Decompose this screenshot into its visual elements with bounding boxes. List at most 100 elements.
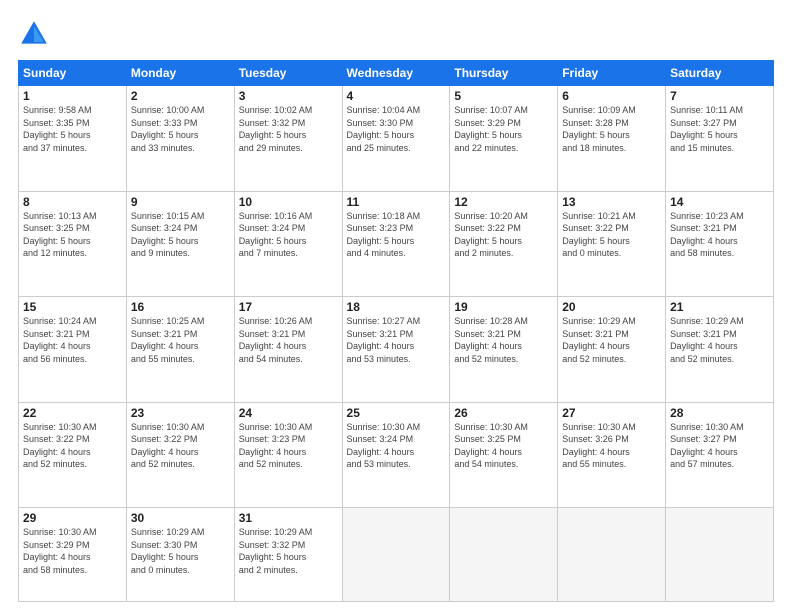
logo [18,18,54,50]
weekday-header: Tuesday [234,61,342,86]
day-info: Sunrise: 10:11 AMSunset: 3:27 PMDaylight… [670,104,769,154]
day-number: 30 [131,511,230,525]
day-number: 13 [562,195,661,209]
calendar-cell: 8Sunrise: 10:13 AMSunset: 3:25 PMDayligh… [19,191,127,297]
day-info: Sunrise: 10:30 AMSunset: 3:22 PMDaylight… [23,421,122,471]
day-number: 19 [454,300,553,314]
calendar-cell: 17Sunrise: 10:26 AMSunset: 3:21 PMDaylig… [234,297,342,403]
day-number: 4 [347,89,446,103]
day-info: Sunrise: 10:13 AMSunset: 3:25 PMDaylight… [23,210,122,260]
calendar-cell: 7Sunrise: 10:11 AMSunset: 3:27 PMDayligh… [666,86,774,192]
calendar-cell: 10Sunrise: 10:16 AMSunset: 3:24 PMDaylig… [234,191,342,297]
calendar-cell: 5Sunrise: 10:07 AMSunset: 3:29 PMDayligh… [450,86,558,192]
calendar-cell: 18Sunrise: 10:27 AMSunset: 3:21 PMDaylig… [342,297,450,403]
calendar-table: SundayMondayTuesdayWednesdayThursdayFrid… [18,60,774,602]
weekday-header: Sunday [19,61,127,86]
day-info: Sunrise: 10:30 AMSunset: 3:25 PMDaylight… [454,421,553,471]
day-number: 25 [347,406,446,420]
day-info: Sunrise: 10:18 AMSunset: 3:23 PMDaylight… [347,210,446,260]
day-info: Sunrise: 10:29 AMSunset: 3:32 PMDaylight… [239,526,338,576]
calendar-cell: 1Sunrise: 9:58 AMSunset: 3:35 PMDaylight… [19,86,127,192]
day-info: Sunrise: 10:29 AMSunset: 3:21 PMDaylight… [562,315,661,365]
calendar-cell: 4Sunrise: 10:04 AMSunset: 3:30 PMDayligh… [342,86,450,192]
day-info: Sunrise: 10:30 AMSunset: 3:23 PMDaylight… [239,421,338,471]
day-info: Sunrise: 10:30 AMSunset: 3:26 PMDaylight… [562,421,661,471]
weekday-header: Thursday [450,61,558,86]
day-info: Sunrise: 10:30 AMSunset: 3:24 PMDaylight… [347,421,446,471]
calendar-cell: 21Sunrise: 10:29 AMSunset: 3:21 PMDaylig… [666,297,774,403]
day-number: 14 [670,195,769,209]
day-number: 24 [239,406,338,420]
day-number: 9 [131,195,230,209]
day-info: Sunrise: 10:02 AMSunset: 3:32 PMDaylight… [239,104,338,154]
calendar-cell: 22Sunrise: 10:30 AMSunset: 3:22 PMDaylig… [19,402,127,508]
day-number: 29 [23,511,122,525]
week-row: 22Sunrise: 10:30 AMSunset: 3:22 PMDaylig… [19,402,774,508]
day-info: Sunrise: 10:30 AMSunset: 3:27 PMDaylight… [670,421,769,471]
day-number: 12 [454,195,553,209]
day-info: Sunrise: 10:28 AMSunset: 3:21 PMDaylight… [454,315,553,365]
weekday-header: Friday [558,61,666,86]
day-number: 1 [23,89,122,103]
calendar-cell: 26Sunrise: 10:30 AMSunset: 3:25 PMDaylig… [450,402,558,508]
day-info: Sunrise: 10:09 AMSunset: 3:28 PMDaylight… [562,104,661,154]
day-info: Sunrise: 10:26 AMSunset: 3:21 PMDaylight… [239,315,338,365]
day-info: Sunrise: 10:04 AMSunset: 3:30 PMDaylight… [347,104,446,154]
calendar-cell: 6Sunrise: 10:09 AMSunset: 3:28 PMDayligh… [558,86,666,192]
calendar-cell: 13Sunrise: 10:21 AMSunset: 3:22 PMDaylig… [558,191,666,297]
day-number: 16 [131,300,230,314]
day-number: 15 [23,300,122,314]
day-number: 26 [454,406,553,420]
calendar-cell: 2Sunrise: 10:00 AMSunset: 3:33 PMDayligh… [126,86,234,192]
calendar-cell [558,508,666,602]
calendar-cell: 25Sunrise: 10:30 AMSunset: 3:24 PMDaylig… [342,402,450,508]
calendar-cell: 12Sunrise: 10:20 AMSunset: 3:22 PMDaylig… [450,191,558,297]
day-number: 31 [239,511,338,525]
calendar-cell: 9Sunrise: 10:15 AMSunset: 3:24 PMDayligh… [126,191,234,297]
day-number: 23 [131,406,230,420]
day-number: 20 [562,300,661,314]
day-info: Sunrise: 10:24 AMSunset: 3:21 PMDaylight… [23,315,122,365]
calendar-cell: 11Sunrise: 10:18 AMSunset: 3:23 PMDaylig… [342,191,450,297]
day-number: 21 [670,300,769,314]
day-number: 8 [23,195,122,209]
day-number: 10 [239,195,338,209]
weekday-header: Wednesday [342,61,450,86]
day-number: 3 [239,89,338,103]
day-info: Sunrise: 10:15 AMSunset: 3:24 PMDaylight… [131,210,230,260]
week-row: 29Sunrise: 10:30 AMSunset: 3:29 PMDaylig… [19,508,774,602]
day-info: Sunrise: 10:20 AMSunset: 3:22 PMDaylight… [454,210,553,260]
day-info: Sunrise: 10:00 AMSunset: 3:33 PMDaylight… [131,104,230,154]
calendar-cell: 19Sunrise: 10:28 AMSunset: 3:21 PMDaylig… [450,297,558,403]
calendar-cell: 24Sunrise: 10:30 AMSunset: 3:23 PMDaylig… [234,402,342,508]
calendar-cell: 23Sunrise: 10:30 AMSunset: 3:22 PMDaylig… [126,402,234,508]
day-number: 6 [562,89,661,103]
day-info: Sunrise: 10:29 AMSunset: 3:21 PMDaylight… [670,315,769,365]
day-info: Sunrise: 10:29 AMSunset: 3:30 PMDaylight… [131,526,230,576]
day-number: 2 [131,89,230,103]
day-info: Sunrise: 10:21 AMSunset: 3:22 PMDaylight… [562,210,661,260]
calendar-cell: 29Sunrise: 10:30 AMSunset: 3:29 PMDaylig… [19,508,127,602]
calendar-cell: 14Sunrise: 10:23 AMSunset: 3:21 PMDaylig… [666,191,774,297]
day-info: Sunrise: 10:27 AMSunset: 3:21 PMDaylight… [347,315,446,365]
week-row: 1Sunrise: 9:58 AMSunset: 3:35 PMDaylight… [19,86,774,192]
week-row: 8Sunrise: 10:13 AMSunset: 3:25 PMDayligh… [19,191,774,297]
weekday-header: Monday [126,61,234,86]
day-number: 28 [670,406,769,420]
day-info: Sunrise: 10:30 AMSunset: 3:29 PMDaylight… [23,526,122,576]
day-number: 11 [347,195,446,209]
calendar-cell: 30Sunrise: 10:29 AMSunset: 3:30 PMDaylig… [126,508,234,602]
day-number: 18 [347,300,446,314]
day-number: 22 [23,406,122,420]
calendar-cell: 15Sunrise: 10:24 AMSunset: 3:21 PMDaylig… [19,297,127,403]
calendar-cell [450,508,558,602]
calendar-cell: 16Sunrise: 10:25 AMSunset: 3:21 PMDaylig… [126,297,234,403]
day-number: 7 [670,89,769,103]
page: SundayMondayTuesdayWednesdayThursdayFrid… [0,0,792,612]
week-row: 15Sunrise: 10:24 AMSunset: 3:21 PMDaylig… [19,297,774,403]
day-number: 5 [454,89,553,103]
calendar-cell [666,508,774,602]
day-info: Sunrise: 10:25 AMSunset: 3:21 PMDaylight… [131,315,230,365]
day-info: Sunrise: 10:30 AMSunset: 3:22 PMDaylight… [131,421,230,471]
day-info: Sunrise: 10:23 AMSunset: 3:21 PMDaylight… [670,210,769,260]
